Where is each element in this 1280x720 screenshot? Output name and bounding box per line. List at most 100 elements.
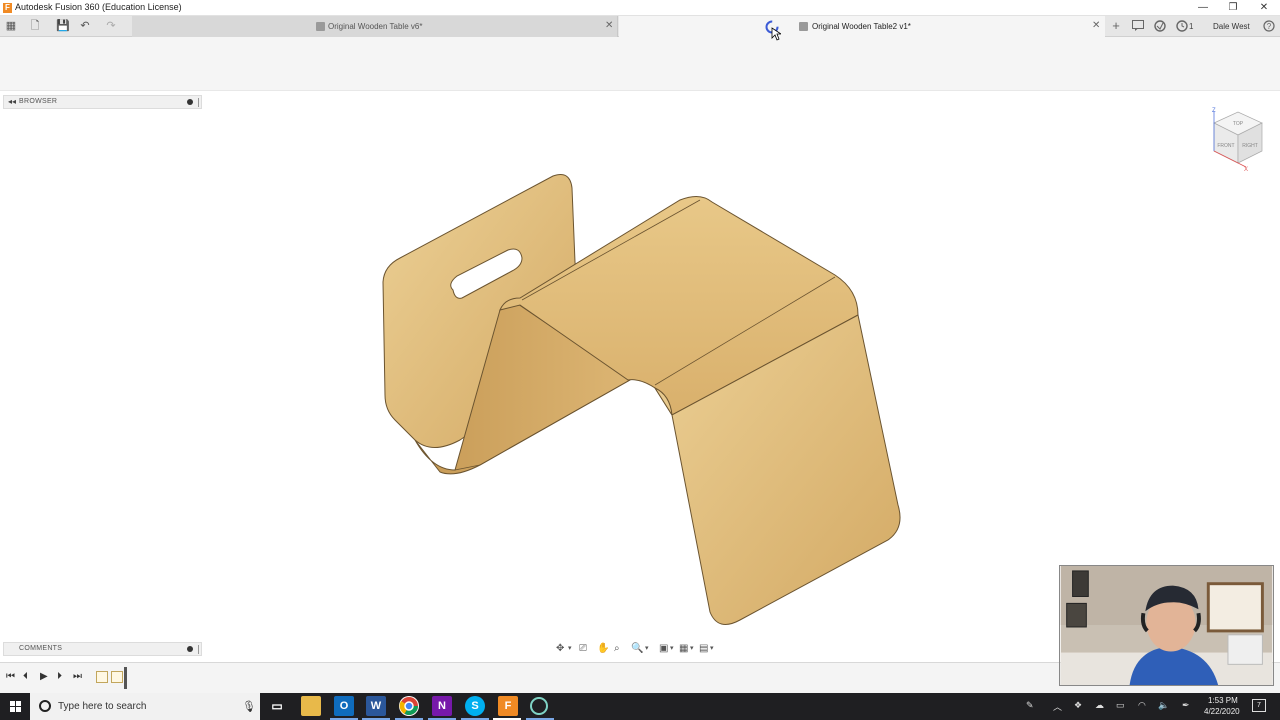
component-icon: [799, 22, 808, 31]
notifications-icon[interactable]: [1132, 20, 1144, 31]
play-icon[interactable]: ▶: [40, 671, 48, 682]
close-tab-icon[interactable]: ✕: [1092, 20, 1100, 31]
tab-original-wooden-table2-v1[interactable]: Original Wooden Table2 v1* ✕: [619, 16, 1105, 37]
zoom-dropdown-icon[interactable]: ▾: [645, 641, 649, 657]
look-at-icon[interactable]: ⎚: [579, 641, 587, 657]
ink-icon[interactable]: ✒: [1182, 700, 1190, 711]
file-menu-icon[interactable]: 🗋: [26, 19, 44, 33]
pin-icon[interactable]: [187, 99, 193, 105]
go-to-end-icon[interactable]: ⏭: [73, 671, 82, 682]
grid-dropdown-icon[interactable]: ▾: [690, 641, 694, 657]
step-back-icon[interactable]: ⏴: [23, 671, 28, 682]
microphone-icon[interactable]: 🎙: [242, 700, 256, 713]
grid-settings-icon[interactable]: ▦: [679, 641, 688, 657]
window-title: Autodesk Fusion 360 (Education License): [15, 2, 182, 12]
comments-label: COMMENTS: [19, 645, 63, 652]
new-tab-button[interactable]: +: [1110, 19, 1122, 33]
z-axis-label: Z: [1212, 108, 1216, 114]
ribbon-toolbar-area: [0, 37, 1280, 91]
add-comment-icon[interactable]: [187, 646, 193, 652]
orbit-icon[interactable]: ✥: [556, 641, 564, 657]
go-to-start-icon[interactable]: ⏮: [6, 671, 15, 682]
minimize-button[interactable]: —: [1188, 0, 1218, 15]
x-axis-label: X: [1244, 167, 1248, 173]
extensions-icon[interactable]: [1154, 20, 1166, 32]
display-settings-icon[interactable]: ▣: [659, 641, 668, 657]
viewcube-top-label: TOP: [1233, 121, 1244, 127]
zoom-icon[interactable]: ⌕: [614, 641, 620, 657]
panel-grip[interactable]: [198, 98, 200, 107]
webcam-overlay: [1059, 565, 1274, 686]
outlook-icon[interactable]: O: [334, 696, 354, 716]
viewcube[interactable]: TOP FRONT RIGHT Z X: [1206, 105, 1266, 175]
collapse-browser-icon[interactable]: ◂◂: [8, 97, 16, 106]
display-dropdown-icon[interactable]: ▾: [670, 641, 674, 657]
timeline-feature-sketch[interactable]: [111, 671, 123, 683]
data-panel-grid-icon[interactable]: ▦: [4, 19, 18, 33]
close-tab-icon[interactable]: ✕: [605, 20, 613, 31]
timeline-feature-sketch[interactable]: [96, 671, 108, 683]
viewports-dropdown-icon[interactable]: ▾: [710, 641, 714, 657]
close-window-button[interactable]: ✕: [1249, 0, 1279, 15]
help-icon[interactable]: ?: [1263, 20, 1275, 32]
tab-original-wooden-table-v6[interactable]: Original Wooden Table v6* ✕: [132, 16, 618, 37]
search-placeholder: Type here to search: [58, 701, 147, 712]
clock-time[interactable]: 1:53 PM: [1208, 696, 1238, 705]
chrome-icon[interactable]: [399, 696, 419, 716]
document-tab-strip: ▦ 🗋 💾 ↶ ↷ Original Wooden Table v6* ✕ Or…: [0, 16, 1280, 37]
redo-icon[interactable]: ↷: [104, 19, 118, 33]
action-center-icon[interactable]: 7: [1252, 699, 1266, 712]
onenote-icon[interactable]: N: [432, 696, 452, 716]
step-forward-icon[interactable]: ⏵: [57, 671, 62, 682]
file-explorer-icon[interactable]: [301, 696, 321, 716]
pen-workspace-icon[interactable]: ✎: [1026, 700, 1034, 711]
job-status-icon[interactable]: [1176, 20, 1188, 32]
window-frame: [1206, 582, 1264, 633]
windows-start-icon[interactable]: [0, 693, 30, 720]
orbit-dropdown-icon[interactable]: ▾: [568, 641, 572, 657]
fusion360-taskbar-icon[interactable]: F: [498, 696, 518, 716]
pan-hand-icon[interactable]: ✋: [597, 641, 609, 657]
viewports-icon[interactable]: ▤: [699, 641, 708, 657]
panel-grip[interactable]: [198, 645, 200, 654]
onedrive-icon[interactable]: ☁: [1095, 700, 1104, 711]
screen-recorder-icon[interactable]: [530, 697, 548, 715]
wifi-icon[interactable]: ◠: [1138, 700, 1146, 711]
wall-picture: [1072, 570, 1089, 597]
undo-icon[interactable]: ↶: [78, 19, 92, 33]
task-view-icon[interactable]: ▭: [267, 696, 287, 716]
wooden-table-model[interactable]: [370, 165, 915, 635]
tab-label: Original Wooden Table v6*: [328, 22, 423, 31]
restore-button[interactable]: ❐: [1218, 0, 1248, 15]
navigation-bar: ✥ ▾ ⎚ ✋ ⌕ 🔍 ▾ ▣ ▾ ▦ ▾ ▤ ▾: [553, 641, 725, 657]
comments-panel-header[interactable]: COMMENTS: [3, 642, 202, 656]
save-icon[interactable]: 💾: [56, 19, 70, 33]
mouse-cursor-icon: [771, 27, 781, 41]
viewcube-right-label: RIGHT: [1242, 143, 1258, 149]
skype-icon[interactable]: S: [465, 696, 485, 716]
battery-icon[interactable]: ▭: [1116, 700, 1125, 711]
show-hidden-icons-icon[interactable]: ︿: [1053, 700, 1062, 713]
timeline-marker[interactable]: [124, 667, 127, 689]
tab-label: Original Wooden Table2 v1*: [812, 22, 911, 31]
dropbox-icon[interactable]: ❖: [1074, 700, 1082, 711]
title-bar: F Autodesk Fusion 360 (Education License…: [0, 0, 1280, 16]
component-icon: [316, 22, 325, 31]
clock-date[interactable]: 4/22/2020: [1204, 707, 1240, 716]
fusion360-window: F Autodesk Fusion 360 (Education License…: [0, 0, 1280, 720]
job-count: 1: [1189, 22, 1194, 31]
cortana-icon: [39, 700, 51, 712]
volume-icon[interactable]: 🔈: [1158, 700, 1169, 711]
help-glyph: ?: [1267, 22, 1272, 31]
windows-taskbar: Type here to search 🎙 ▭ O W N S F ✎ ︿ ❖ …: [0, 693, 1280, 720]
browser-panel-header[interactable]: ◂◂ BROWSER: [3, 95, 202, 109]
taskbar-search-box[interactable]: Type here to search 🎙: [30, 693, 260, 720]
fusion-logo-icon: F: [3, 3, 12, 13]
word-icon[interactable]: W: [366, 696, 386, 716]
printer: [1227, 634, 1263, 665]
viewcube-front-label: FRONT: [1217, 143, 1234, 149]
user-account-name[interactable]: Dale West: [1213, 22, 1250, 31]
browser-label: BROWSER: [19, 98, 58, 105]
wall-picture: [1066, 602, 1087, 628]
fit-icon[interactable]: 🔍: [631, 641, 643, 657]
